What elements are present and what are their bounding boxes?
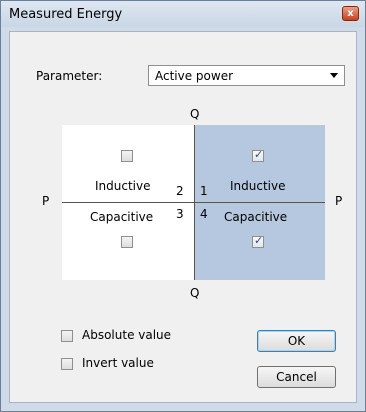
ok-button[interactable]: OK	[257, 330, 336, 352]
parameter-label: Parameter:	[36, 69, 103, 83]
quadrant-4-checkbox[interactable]: ✓	[252, 234, 264, 248]
cancel-button[interactable]: Cancel	[257, 366, 336, 388]
quadrant-1-label: Inductive	[230, 179, 286, 193]
quadrant-4-number: 4	[200, 207, 208, 221]
close-icon: x	[347, 8, 354, 19]
quadrant-2-checkbox[interactable]	[121, 150, 133, 162]
checkmark-icon: ✓	[254, 234, 264, 247]
q-axis-line	[194, 125, 195, 280]
parameter-dropdown[interactable]: Active power	[148, 65, 345, 86]
invert-value-label[interactable]: Invert value	[82, 356, 154, 370]
quadrant-1-number: 1	[200, 184, 208, 198]
quadrant-1-checkbox[interactable]: ✓	[252, 148, 264, 162]
p-axis-right-label: P	[335, 194, 343, 208]
chevron-down-icon	[330, 73, 338, 78]
checkmark-icon: ✓	[254, 148, 264, 161]
invert-value-checkbox[interactable]	[61, 358, 73, 370]
window-title: Measured Energy	[9, 7, 123, 22]
absolute-value-checkbox[interactable]	[61, 330, 73, 342]
p-axis-left-label: P	[42, 194, 50, 208]
q-axis-top-label: Q	[190, 107, 200, 121]
quadrant-3-number: 3	[176, 207, 184, 221]
dialog-client-area: Parameter: Active power Q Q P P Inductiv…	[9, 31, 357, 403]
quadrant-2-label: Inductive	[95, 179, 151, 193]
quadrant-3-label: Capacitive	[90, 210, 154, 224]
dialog-window: Measured Energy x Parameter: Active powe…	[0, 0, 366, 412]
q-axis-bottom-label: Q	[190, 286, 200, 300]
close-button[interactable]: x	[342, 6, 359, 21]
absolute-value-label[interactable]: Absolute value	[82, 328, 171, 342]
quadrant-3-checkbox[interactable]	[121, 236, 133, 248]
quadrant-2-number: 2	[176, 184, 184, 198]
title-bar[interactable]: Measured Energy x	[1, 1, 365, 27]
parameter-selected-value: Active power	[155, 69, 234, 83]
quadrant-4-label: Capacitive	[224, 210, 288, 224]
